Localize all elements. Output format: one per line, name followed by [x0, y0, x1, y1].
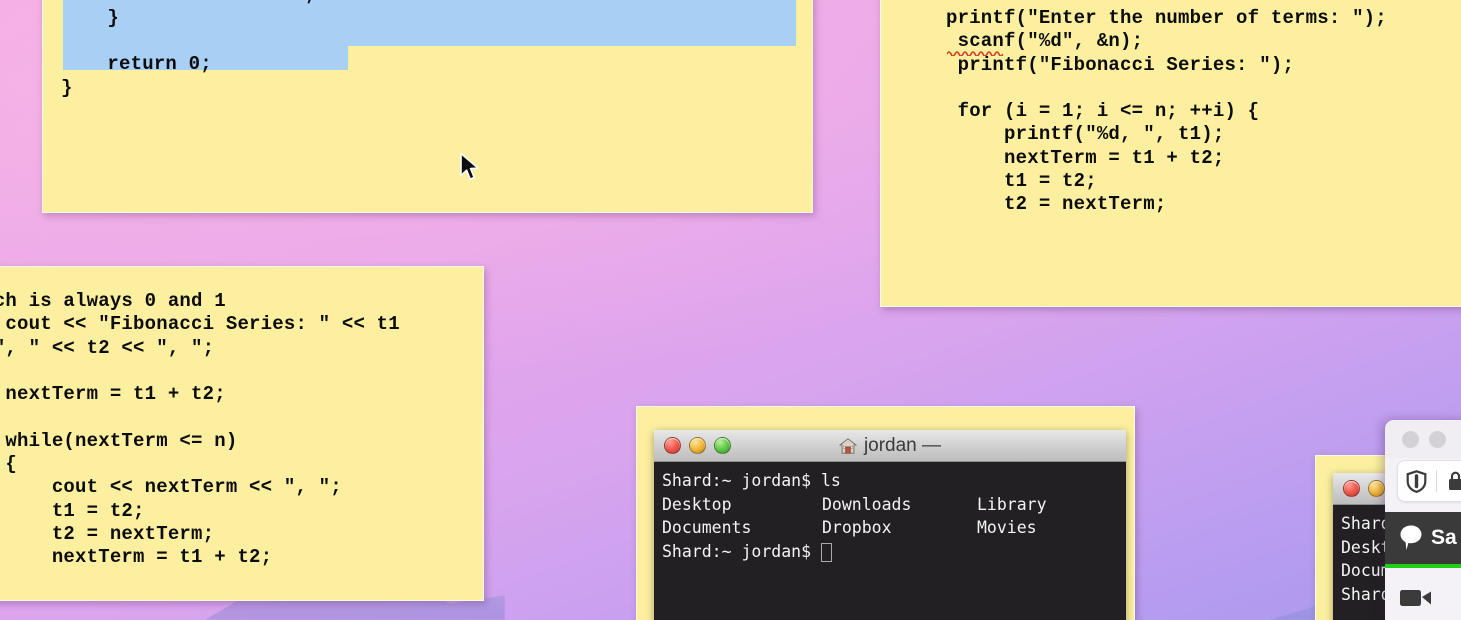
sticky-note-c-printf-text: printf("Enter the number of terms: "); s…	[946, 7, 1387, 216]
window-controls-secondary[interactable]	[1343, 480, 1385, 497]
app-panel-window[interactable]: Sa	[1385, 420, 1461, 620]
sticky-note-main-tail[interactable]: nextTerm = t1 + t2; t1 = t2; t2 = nextTe…	[42, 0, 813, 213]
terminal-title-bar[interactable]: jordan —	[654, 430, 1126, 462]
terminal-cursor	[820, 542, 832, 562]
sticky-note-cpp-while[interactable]: which is always 0 and 1 cout << "Fibonac…	[0, 266, 484, 601]
maximize-button[interactable]	[714, 437, 731, 454]
list-item: Documents	[662, 518, 752, 538]
terminal-line-prompt-1: Shard:~ jordan$ ls	[662, 469, 1126, 493]
app-panel-notice-strip[interactable]: Sa	[1385, 512, 1461, 564]
list-item: Downloads	[822, 494, 912, 514]
terminal-line-prompt-2: Shard:~ jordan$	[662, 540, 1126, 564]
close-button[interactable]	[664, 437, 681, 454]
terminal-command-1: ls	[820, 471, 841, 490]
terminal-line-listing-1: Desktop Downloads Library	[662, 493, 1126, 517]
desktop-background: which is always 0 and 1 cout << "Fibonac…	[0, 0, 1461, 620]
window-control-dot[interactable]	[1402, 430, 1419, 448]
terminal-window[interactable]: jordan — Shard:~ jordan$ ls Desktop Down…	[654, 430, 1126, 620]
sticky-note-main-tail-text: nextTerm = t1 + t2; t1 = t2; t2 = nextTe…	[61, 0, 316, 99]
list-item: Movies	[977, 518, 1037, 538]
terminal-line-text: Docum	[1341, 561, 1391, 581]
terminal-prompt-2: Shard:~ jordan$	[662, 541, 812, 561]
terminal-line-text: Shard	[1341, 514, 1391, 533]
minimize-button[interactable]	[1368, 480, 1385, 497]
house-icon	[838, 437, 857, 454]
speech-bubble-icon	[1400, 525, 1422, 550]
app-panel-toolbar[interactable]	[1397, 460, 1461, 502]
list-item: Desktop	[662, 494, 732, 514]
app-panel-title-bar[interactable]	[1385, 420, 1461, 458]
terminal-line-text: Deskt	[1341, 537, 1391, 557]
terminal-title-label: jordan —	[863, 434, 942, 456]
window-controls[interactable]	[664, 437, 731, 454]
minimize-button[interactable]	[689, 437, 706, 454]
terminal-output-area[interactable]: Shard:~ jordan$ ls Desktop Downloads Lib…	[654, 462, 1126, 620]
sticky-note-c-printf[interactable]: printf("Enter the number of terms: "); s…	[880, 0, 1461, 307]
terminal-line-listing-2: Documents Dropbox Movies	[662, 516, 1126, 540]
list-item: Library	[977, 494, 1047, 514]
lock-icon[interactable]	[1436, 462, 1461, 500]
sticky-note-cpp-while-text: which is always 0 and 1 cout << "Fibonac…	[0, 290, 400, 569]
shield-icon[interactable]	[1398, 462, 1436, 500]
app-panel-notice-label: Sa	[1431, 526, 1457, 549]
app-panel-footer[interactable]	[1385, 568, 1461, 620]
spellcheck-squiggle-icon	[947, 51, 1003, 56]
video-camera-icon[interactable]	[1399, 586, 1433, 610]
terminal-line-text: Shard	[1341, 584, 1391, 604]
close-button[interactable]	[1343, 480, 1360, 497]
list-item: Dropbox	[822, 518, 892, 538]
window-control-dot[interactable]	[1429, 430, 1446, 448]
terminal-prompt-1: Shard:~ jordan$	[662, 471, 812, 490]
